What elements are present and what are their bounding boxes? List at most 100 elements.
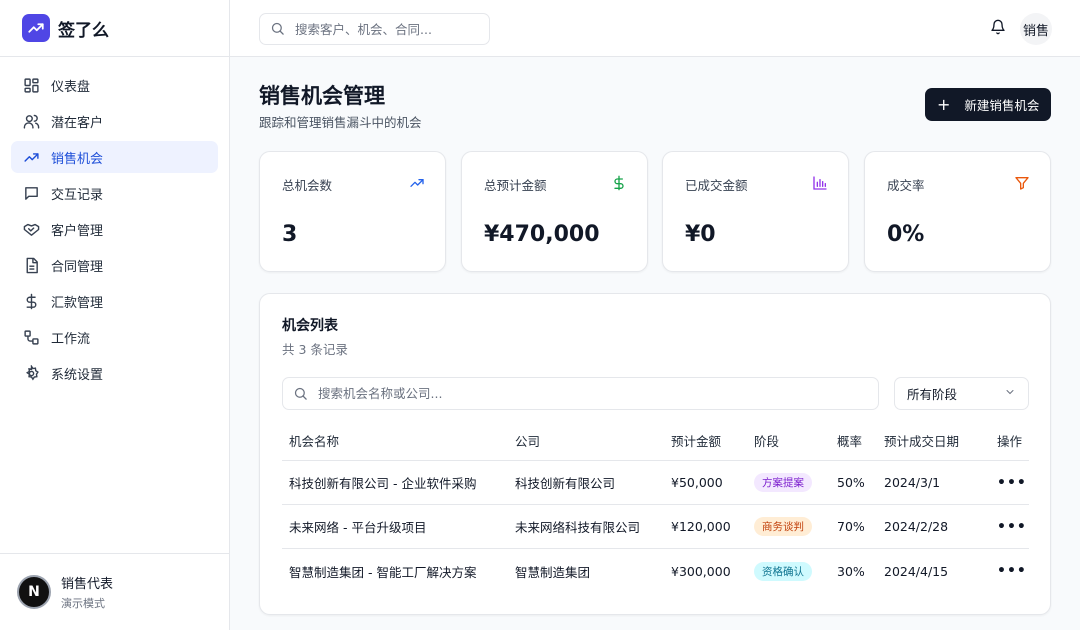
more-actions-icon[interactable]: ••• [997, 549, 1027, 593]
stat-label: 总机会数 [282, 178, 333, 193]
plus-icon: + [937, 94, 951, 114]
company-name: 未来网络科技有限公司 [515, 520, 641, 535]
opportunity-name[interactable]: 智慧制造集团 - 智能工厂解决方案 [289, 549, 476, 593]
bell-icon[interactable] [990, 19, 1008, 37]
sidebar-item-payments[interactable]: 汇款管理 [11, 285, 218, 317]
gear-icon [22, 364, 40, 382]
list-count: 共 3 条记录 [282, 342, 348, 357]
sidebar-item-label: 合同管理 [51, 259, 104, 275]
users-icon [22, 112, 40, 130]
sidebar-item-label: 汇款管理 [51, 295, 104, 311]
stat-value: 3 [282, 222, 298, 247]
probability: 50% [837, 475, 865, 490]
expected-amount: ¥50,000 [671, 475, 723, 490]
opportunity-search[interactable] [282, 377, 879, 410]
stat-label: 成交率 [887, 178, 925, 193]
company-name: 智慧制造集团 [515, 564, 591, 580]
stat-value: 0% [887, 222, 925, 247]
global-search[interactable] [259, 13, 490, 45]
dashboard-icon [22, 76, 40, 94]
sidebar-item-workflow[interactable]: 工作流 [11, 321, 218, 353]
trending-up-icon [409, 175, 425, 191]
stage-badge: 资格确认 [754, 561, 812, 581]
list-title: 机会列表 [282, 318, 338, 334]
expected-amount: ¥300,000 [671, 563, 731, 579]
expected-close-date: 2024/2/28 [884, 519, 949, 534]
sidebar-item-label: 潜在客户 [51, 115, 104, 131]
column-header[interactable]: 预计金额 [671, 421, 721, 460]
global-search-input[interactable] [295, 21, 475, 37]
company-name: 科技创新有限公司 [515, 476, 616, 491]
opportunity-name[interactable]: 科技创新有限公司 - 企业软件采购 [289, 461, 476, 504]
stat-card-closed-amount: 已成交金额 ¥0 [662, 151, 849, 272]
sidebar-item-dashboard[interactable]: 仪表盘 [11, 69, 218, 101]
chevron-down-icon [1004, 386, 1016, 401]
column-header: 操作 [997, 434, 1023, 449]
column-header[interactable]: 公司 [515, 421, 540, 460]
sidebar-item-opportunities[interactable]: 销售机会 [11, 141, 218, 173]
stage-filter-select[interactable]: 所有阶段 [894, 377, 1029, 410]
dollar-icon [22, 292, 40, 310]
sidebar-nav: 仪表盘 潜在客户 销售机会 交互记录 客户管理 合同管理 汇款管理 工作流 系统… [0, 57, 229, 389]
sidebar: 签了么 仪表盘 潜在客户 销售机会 交互记录 客户管理 合同管理 汇款管理 工作… [0, 0, 230, 630]
stat-card-total-opportunities: 总机会数 3 [259, 151, 446, 272]
sidebar-item-settings[interactable]: 系统设置 [11, 357, 218, 389]
sidebar-item-label: 系统设置 [51, 367, 104, 383]
column-header[interactable]: 阶段 [754, 421, 779, 460]
sidebar-item-customers[interactable]: 客户管理 [11, 213, 218, 245]
stat-label: 总预计金额 [484, 178, 547, 193]
more-actions-icon[interactable]: ••• [997, 461, 1027, 504]
table-header: 机会名称 公司 预计金额 阶段 概率 预计成交日期 操作 [282, 421, 1029, 461]
sidebar-item-contracts[interactable]: 合同管理 [11, 249, 218, 281]
stage-badge: 商务谈判 [754, 517, 812, 536]
probability: 30% [837, 563, 865, 579]
table-row[interactable]: 未来网络 - 平台升级项目 未来网络科技有限公司 ¥120,000 商务谈判 7… [282, 505, 1029, 549]
opportunity-list-card: 机会列表 共 3 条记录 所有阶段 机会名称 公司 预计金额 阶段 概率 预计成… [259, 293, 1051, 615]
probability: 70% [837, 519, 865, 534]
sidebar-item-label: 客户管理 [51, 223, 104, 239]
filter-icon [1014, 175, 1030, 191]
stage-badge: 方案提案 [754, 473, 812, 492]
sidebar-item-label: 工作流 [51, 331, 91, 347]
new-opportunity-label: 新建销售机会 [964, 98, 1040, 113]
user-name: 销售代表 [61, 577, 114, 592]
sidebar-item-label: 仪表盘 [51, 79, 91, 95]
message-icon [22, 184, 40, 202]
stat-value: ¥470,000 [484, 222, 600, 247]
table-row[interactable]: 智慧制造集团 - 智能工厂解决方案 智慧制造集团 ¥300,000 资格确认 3… [282, 549, 1029, 593]
user-role: 演示模式 [61, 597, 105, 610]
sidebar-item-leads[interactable]: 潜在客户 [11, 105, 218, 137]
column-header[interactable]: 预计成交日期 [884, 421, 959, 460]
sidebar-item-interactions[interactable]: 交互记录 [11, 177, 218, 209]
new-opportunity-button[interactable]: + 新建销售机会 [925, 88, 1051, 121]
search-icon [293, 386, 309, 402]
stat-card-close-rate: 成交率 0% [864, 151, 1051, 272]
opportunity-name[interactable]: 未来网络 - 平台升级项目 [289, 505, 426, 548]
opportunity-table: 机会名称 公司 预计金额 阶段 概率 预计成交日期 操作 科技创新有限公司 - … [282, 421, 1029, 593]
user-menu-button[interactable]: 销售 [1020, 13, 1052, 45]
dollar-icon [611, 175, 627, 191]
more-actions-icon[interactable]: ••• [997, 505, 1027, 548]
stage-cell: 商务谈判 [754, 505, 812, 548]
user-meta: 销售代表 演示模式 [61, 573, 113, 611]
bar-chart-icon [812, 175, 828, 191]
sidebar-item-label: 交互记录 [51, 187, 104, 203]
brand[interactable]: 签了么 [0, 0, 229, 57]
table-row[interactable]: 科技创新有限公司 - 企业软件采购 科技创新有限公司 ¥50,000 方案提案 … [282, 461, 1029, 505]
expected-close-date: 2024/3/1 [884, 475, 941, 490]
column-header[interactable]: 概率 [837, 421, 862, 460]
document-icon [22, 256, 40, 274]
search-icon [270, 21, 286, 37]
stage-filter-value: 所有阶段 [907, 387, 958, 402]
avatar: N [17, 575, 51, 609]
sidebar-user[interactable]: N 销售代表 演示模式 [0, 553, 229, 630]
sidebar-item-label: 销售机会 [51, 151, 104, 167]
opportunity-search-input[interactable] [318, 386, 718, 401]
column-header[interactable]: 机会名称 [289, 421, 339, 460]
stat-label: 已成交金额 [685, 178, 748, 193]
page-subtitle: 跟踪和管理销售漏斗中的机会 [259, 115, 422, 130]
brand-logo-icon [22, 14, 50, 42]
workflow-icon [22, 328, 40, 346]
stat-card-total-amount: 总预计金额 ¥470,000 [461, 151, 648, 272]
trending-up-icon [22, 148, 40, 166]
